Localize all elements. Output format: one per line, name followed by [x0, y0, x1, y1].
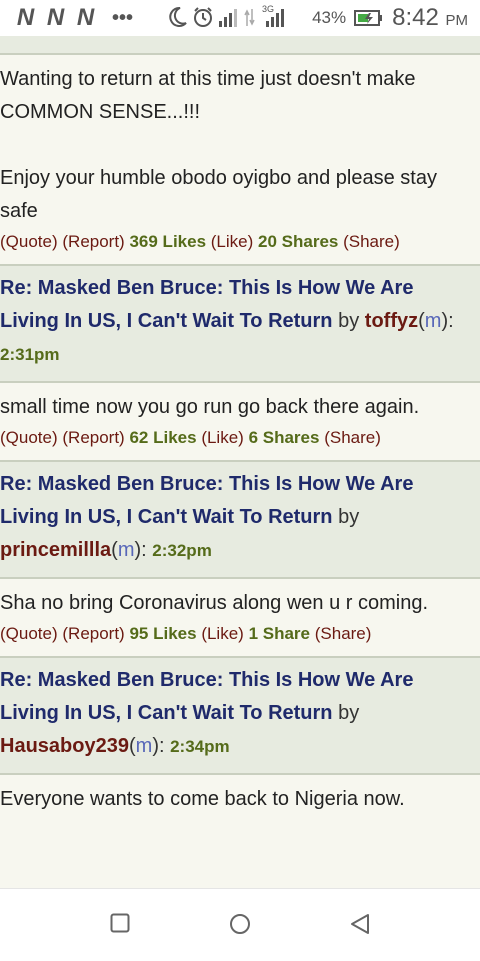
paren-close: ):: [134, 539, 147, 561]
paren-close: ):: [441, 310, 454, 332]
quote-link[interactable]: (Quote): [0, 232, 58, 251]
post-body: small time now you go run go back there …: [0, 383, 480, 460]
mention-link[interactable]: m: [136, 735, 153, 757]
post-body: Sha no bring Coronavirus along wen u r c…: [0, 579, 480, 656]
clock-time: 8:42: [392, 4, 439, 31]
post-actions: (Quote) (Report) 62 Likes (Like) 6 Share…: [0, 424, 472, 450]
home-circle-icon[interactable]: [229, 913, 251, 935]
carrier-logo-icon: N: [76, 4, 94, 31]
alarm-icon: [194, 7, 212, 27]
post-actions: (Quote) (Report) 369 Likes (Like) 20 Sha…: [0, 228, 472, 254]
signal-icon: [266, 9, 284, 27]
post-text: Everyone wants to come back to Nigeria n…: [0, 788, 405, 810]
carrier-logo-icon: N: [46, 4, 64, 31]
post-text-line: Wanting to return at this time just does…: [0, 68, 416, 123]
post-body: Everyone wants to come back to Nigeria n…: [0, 775, 480, 826]
share-link[interactable]: (Share): [315, 624, 372, 643]
like-link[interactable]: (Like): [211, 232, 254, 251]
recents-square-icon[interactable]: [110, 913, 130, 933]
post-time: 2:34pm: [170, 737, 230, 756]
username-link[interactable]: toffyz: [365, 310, 418, 332]
share-link[interactable]: (Share): [324, 428, 381, 447]
post-text: Sha no bring Coronavirus along wen u r c…: [0, 592, 429, 614]
battery-percent: 43%: [312, 8, 347, 27]
like-link[interactable]: (Like): [201, 428, 244, 447]
mention-link[interactable]: m: [118, 539, 135, 561]
post-text: small time now you go run go back there …: [0, 396, 420, 418]
clock-ampm: PM: [445, 12, 469, 29]
signal-icon: [219, 9, 237, 27]
by-label: by: [338, 702, 360, 724]
clock: 8:42 PM: [392, 4, 468, 32]
username-link[interactable]: Hausaboy239: [0, 735, 129, 757]
username-link[interactable]: princemillla: [0, 539, 111, 561]
paren-open: (: [128, 735, 136, 757]
report-link[interactable]: (Report): [62, 232, 124, 251]
thread-content[interactable]: Wanting to return at this time just does…: [0, 36, 480, 888]
post-header: Re: Masked Ben Bruce: This Is How We Are…: [0, 656, 480, 775]
likes-count: 369 Likes: [129, 232, 207, 251]
status-left: N N N •••: [12, 6, 133, 30]
status-right: 43% 8:42 PM: [312, 4, 468, 32]
paren-open: (: [111, 539, 118, 561]
moon-icon: [169, 6, 187, 27]
quote-link[interactable]: (Quote): [0, 624, 58, 643]
likes-count: 62 Likes: [129, 428, 197, 447]
system-nav-bar: [0, 888, 480, 961]
back-triangle-icon[interactable]: [349, 913, 371, 935]
more-notifications-icon: •••: [112, 7, 134, 29]
by-label: by: [338, 506, 360, 528]
shares-count: 1 Share: [248, 624, 310, 643]
paragraph-break: [0, 129, 472, 162]
shares-count: 20 Shares: [258, 232, 339, 251]
report-link[interactable]: (Report): [62, 428, 124, 447]
post-header: Re: Masked Ben Bruce: This Is How We Are…: [0, 264, 480, 383]
share-link[interactable]: (Share): [343, 232, 400, 251]
mention-link[interactable]: m: [425, 310, 442, 332]
post-actions: (Quote) (Report) 95 Likes (Like) 1 Share…: [0, 620, 472, 646]
quote-link[interactable]: (Quote): [0, 428, 58, 447]
paren-open: (: [418, 310, 425, 332]
like-link[interactable]: (Like): [201, 624, 244, 643]
post-body: Wanting to return at this time just does…: [0, 55, 480, 264]
previous-post-header-fragment: [0, 36, 480, 55]
status-icons: 3G: [168, 4, 286, 28]
shares-count: 6 Shares: [248, 428, 320, 447]
network-type-badge: 3G: [260, 4, 286, 28]
status-bar: N N N ••• 3G 43% 8:42 PM: [0, 0, 480, 36]
post-header: Re: Masked Ben Bruce: This Is How We Are…: [0, 460, 480, 579]
by-label: by: [338, 310, 360, 332]
data-arrows-icon: [244, 9, 255, 26]
likes-count: 95 Likes: [129, 624, 197, 643]
battery-charging-icon: [354, 10, 383, 26]
post-time: 2:32pm: [152, 541, 212, 560]
carrier-logo-icon: N: [16, 4, 34, 31]
paren-close: ):: [152, 735, 165, 757]
report-link[interactable]: (Report): [62, 624, 124, 643]
post-text-line: Enjoy your humble obodo oyigbo and pleas…: [0, 167, 437, 222]
post-time: 2:31pm: [0, 345, 60, 364]
